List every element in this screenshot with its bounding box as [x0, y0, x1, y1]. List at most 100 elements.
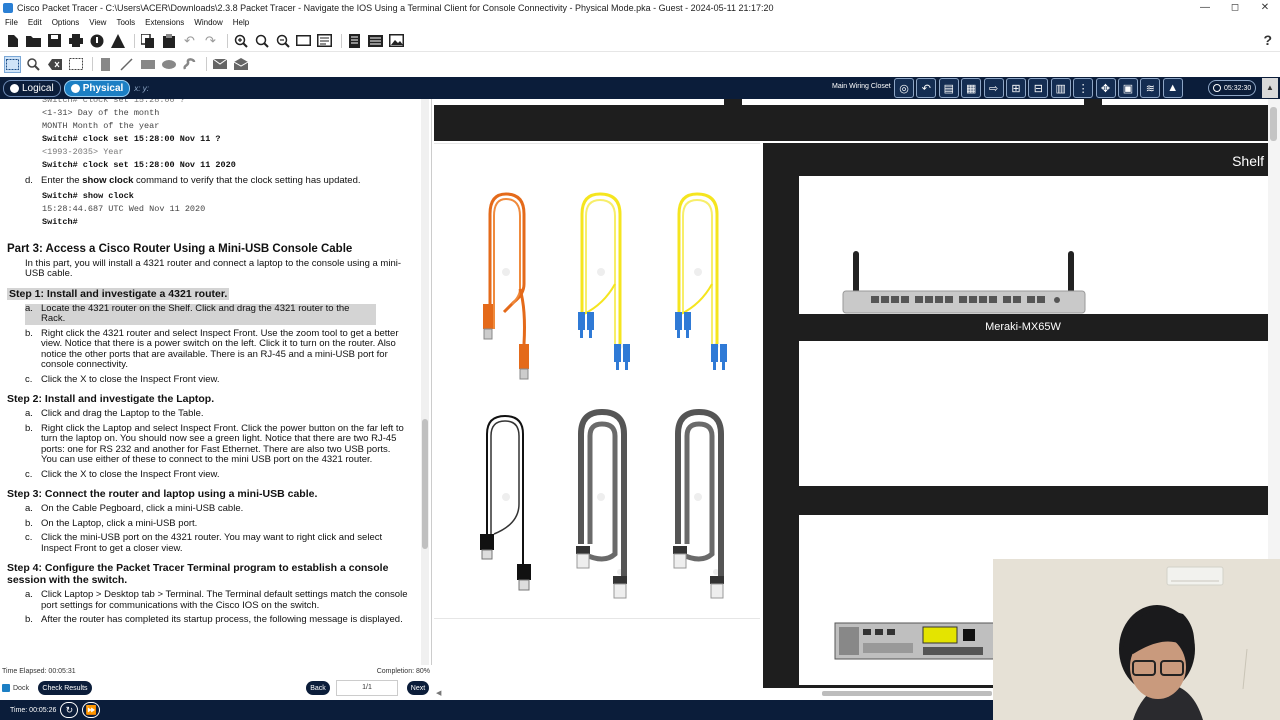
- cursor-coordinates: x: y:: [134, 83, 149, 93]
- menu-help[interactable]: Help: [233, 18, 249, 27]
- instructions-scrollbar[interactable]: [421, 99, 429, 665]
- paste-icon[interactable]: [160, 32, 177, 49]
- menu-extensions[interactable]: Extensions: [145, 18, 184, 27]
- minimize-button[interactable]: —: [1190, 0, 1220, 16]
- back-button[interactable]: Back: [306, 681, 330, 695]
- dock-checkbox[interactable]: Dock: [2, 684, 29, 692]
- copy-icon[interactable]: [139, 32, 156, 49]
- back-icon[interactable]: ↶: [916, 78, 937, 98]
- webcam-overlay: [993, 559, 1280, 720]
- fiber-cable-icon[interactable]: [675, 192, 727, 370]
- step-text-post: command to verify that the clock setting…: [133, 175, 361, 186]
- zoom-reset-icon[interactable]: [253, 32, 270, 49]
- step3-heading: Step 3: Connect the router and laptop us…: [7, 488, 318, 500]
- top-shelf: [434, 105, 1268, 141]
- toolbar-separator: [134, 33, 135, 48]
- freeform-icon[interactable]: [181, 56, 198, 73]
- navigation-icon[interactable]: ◎: [894, 78, 914, 98]
- mode-bar: Logical Physical x: y: Main Wiring Close…: [0, 77, 1280, 99]
- next-button[interactable]: Next: [407, 681, 429, 695]
- menu-tools[interactable]: Tools: [116, 18, 135, 27]
- scrollbar-thumb[interactable]: [1270, 107, 1277, 141]
- save-icon[interactable]: [46, 32, 63, 49]
- part3-intro: In this part, you will install a 4321 ro…: [25, 257, 401, 279]
- shelf-slot[interactable]: [799, 176, 1268, 314]
- viewport-icon[interactable]: [367, 32, 384, 49]
- step-letter: a.: [25, 408, 33, 419]
- fast-forward-icon[interactable]: ⏩: [82, 702, 101, 718]
- note-icon[interactable]: [97, 56, 114, 73]
- ellipse-icon[interactable]: [160, 56, 177, 73]
- drawing-palette-icon[interactable]: [295, 32, 312, 49]
- inspect-icon[interactable]: [25, 56, 42, 73]
- activity-wizard-icon[interactable]: [88, 32, 105, 49]
- grid-icon[interactable]: ⋮: [1073, 78, 1094, 98]
- cable-pegboard[interactable]: [434, 143, 760, 619]
- help-icon[interactable]: ?: [1263, 32, 1272, 48]
- scroll-left-arrow-icon[interactable]: ◀: [436, 689, 441, 697]
- title-bar: Cisco Packet Tracer - C:\Users\ACER\Down…: [0, 0, 1280, 16]
- shelf-icon[interactable]: ▤: [938, 78, 959, 98]
- wireless-icon[interactable]: ≋: [1140, 78, 1161, 98]
- menu-file[interactable]: File: [5, 18, 18, 27]
- open-folder-icon[interactable]: [25, 32, 42, 49]
- undo-icon[interactable]: ↶: [181, 32, 198, 49]
- step3-c: c. Click the mini-USB port on the 4321 r…: [25, 532, 408, 554]
- reset-time-icon[interactable]: ↻: [60, 702, 79, 718]
- menu-window[interactable]: Window: [194, 18, 222, 27]
- scrollbar-thumb[interactable]: [822, 691, 992, 696]
- redo-icon[interactable]: ↷: [202, 32, 219, 49]
- scroll-up-arrow-icon[interactable]: ▲: [1262, 78, 1278, 98]
- page-indicator: 1/1: [336, 680, 398, 696]
- dock-label: Dock: [13, 684, 29, 692]
- new-shelf-icon[interactable]: ⊟: [1028, 78, 1049, 98]
- select-icon[interactable]: [4, 55, 21, 73]
- custom-device-icon[interactable]: [316, 32, 333, 49]
- add-simple-pdu-icon[interactable]: [211, 56, 228, 73]
- zoom-in-icon[interactable]: [232, 32, 249, 49]
- line-icon[interactable]: [118, 56, 135, 73]
- delete-icon[interactable]: [46, 56, 63, 73]
- zoom-area-icon[interactable]: ✥: [1095, 78, 1116, 98]
- move-icon[interactable]: ⇨: [983, 78, 1004, 98]
- maximize-button[interactable]: ◻: [1220, 0, 1250, 16]
- notes-icon[interactable]: [346, 32, 363, 49]
- ethernet-cable-icon[interactable]: [483, 192, 529, 380]
- menu-edit[interactable]: Edit: [28, 18, 42, 27]
- menu-view[interactable]: View: [89, 18, 106, 27]
- terminal-line: Switch# clock set 15:28:00 Nov 11 ?: [42, 134, 221, 144]
- rectangle-icon[interactable]: [139, 56, 156, 73]
- pdu-icon[interactable]: [109, 32, 126, 49]
- check-results-button[interactable]: Check Results: [38, 681, 92, 695]
- shelf-slot[interactable]: [799, 341, 1268, 486]
- meraki-router-image[interactable]: [799, 176, 1268, 314]
- fiber-cable-icon[interactable]: [578, 192, 630, 370]
- step-letter: c.: [25, 532, 33, 543]
- step-text: Click Laptop > Desktop tab > Terminal. T…: [41, 589, 408, 611]
- tab-physical[interactable]: Physical: [63, 79, 131, 97]
- clock-time: 05:32:30: [1224, 84, 1252, 92]
- tile-icon[interactable]: ▣: [1117, 78, 1138, 98]
- add-complex-pdu-icon[interactable]: [232, 56, 249, 73]
- step-text: Locate the 4321 router on the Shelf. Cli…: [41, 302, 350, 324]
- close-button[interactable]: ✕: [1250, 0, 1280, 16]
- zoom-out-icon[interactable]: [274, 32, 291, 49]
- resize-icon[interactable]: [67, 56, 84, 73]
- print-icon[interactable]: [67, 32, 84, 49]
- menu-options[interactable]: Options: [52, 18, 80, 27]
- step1-a: a. Locate the 4321 router on the Shelf. …: [25, 302, 376, 325]
- pegboard-icon[interactable]: ▥: [1050, 78, 1071, 98]
- place-icon[interactable]: ▦: [961, 78, 982, 98]
- image-icon[interactable]: ▲: [1162, 78, 1183, 98]
- logical-mode-icon: [10, 83, 19, 93]
- new-file-icon[interactable]: [4, 32, 21, 49]
- tab-logical[interactable]: Logical: [3, 79, 61, 97]
- terminal-line: Switch#: [42, 216, 78, 227]
- screenshot-icon[interactable]: [388, 32, 405, 49]
- step-letter: b.: [25, 422, 33, 434]
- usb-cable-icon[interactable]: [480, 414, 531, 591]
- new-rack-icon[interactable]: ⊞: [1005, 78, 1026, 98]
- scrollbar-thumb[interactable]: [422, 419, 428, 549]
- step-letter: b.: [25, 517, 33, 529]
- toolbar-separator: [341, 33, 342, 48]
